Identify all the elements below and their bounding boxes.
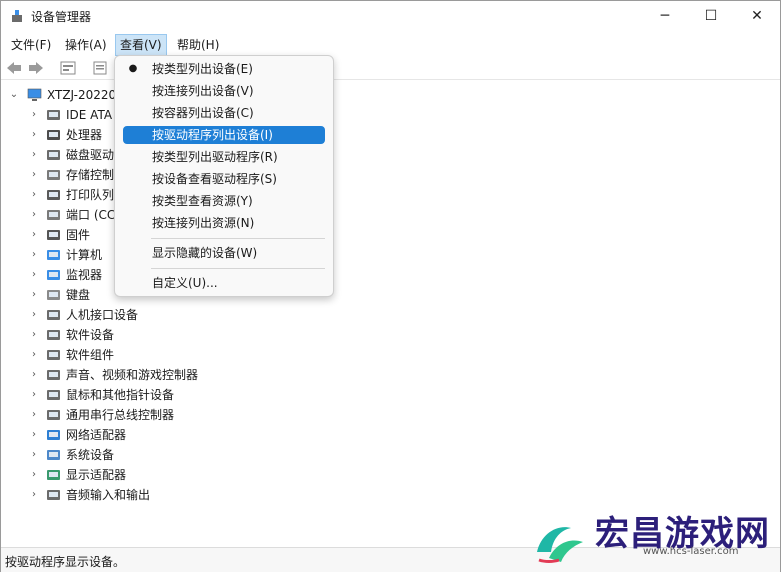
speaker-icon	[47, 370, 60, 380]
tree-item-label: 通用串行总线控制器	[66, 408, 175, 422]
chevron-right-icon[interactable]: ›	[29, 285, 39, 305]
mouse-icon	[47, 390, 60, 400]
software-device-icon	[47, 330, 60, 340]
chevron-right-icon[interactable]: ›	[29, 345, 39, 365]
maximize-button[interactable]: ☐	[688, 1, 734, 31]
display-adapter-icon	[47, 470, 60, 480]
chevron-down-icon[interactable]: ⌄	[9, 85, 19, 105]
system-icon	[47, 450, 60, 460]
view-menu-dropdown: ● 按类型列出设备(E) 按连接列出设备(V) 按容器列出设备(C) 按驱动程序…	[114, 55, 334, 297]
menu-view[interactable]: 查看(V)	[115, 34, 167, 56]
tree-item-label: 系统设备	[66, 448, 115, 462]
tree-item-label: 音频输入和输出	[66, 488, 151, 502]
tree-item-label: IDE ATA	[66, 108, 113, 122]
chevron-right-icon[interactable]: ›	[29, 145, 39, 165]
storage-icon	[47, 170, 60, 180]
menu-bar: 文件(F) 操作(A) 查看(V) 帮助(H)	[1, 33, 780, 56]
view-menu-item-by-connection[interactable]: 按连接列出设备(V)	[123, 82, 325, 100]
chevron-right-icon[interactable]: ›	[29, 105, 39, 125]
hid-icon	[47, 310, 60, 320]
chevron-right-icon[interactable]: ›	[29, 485, 39, 505]
view-menu-item-by-driver[interactable]: 按驱动程序列出设备(I)	[123, 126, 325, 144]
view-menu-item-resources-by-connection[interactable]: 按连接列出资源(N)	[123, 214, 325, 232]
view-menu-item-drivers-by-type[interactable]: 按类型列出驱动程序(R)	[123, 148, 325, 166]
close-button[interactable]: ✕	[734, 1, 780, 31]
chevron-right-icon[interactable]: ›	[29, 305, 39, 325]
watermark-url: www.hcs-laser.com	[643, 546, 739, 557]
chevron-right-icon[interactable]: ›	[29, 445, 39, 465]
view-menu-item-customize[interactable]: 自定义(U)...	[123, 274, 325, 292]
chevron-right-icon[interactable]: ›	[29, 365, 39, 385]
menu-separator	[151, 268, 325, 269]
menu-separator	[151, 238, 325, 239]
computer-icon	[47, 250, 60, 260]
chevron-right-icon[interactable]: ›	[29, 265, 39, 285]
view-menu-item-drivers-by-device[interactable]: 按设备查看驱动程序(S)	[123, 170, 325, 188]
tree-item-label: 鼠标和其他指针设备	[66, 388, 175, 402]
chevron-right-icon[interactable]: ›	[29, 245, 39, 265]
network-icon	[47, 430, 60, 440]
status-text: 按驱动程序显示设备。	[5, 555, 126, 569]
tree-root-label: XTZJ-20220	[47, 88, 117, 102]
tree-item-label: 计算机	[66, 248, 103, 262]
help-doc-icon[interactable]	[91, 60, 109, 76]
device-manager-icon	[12, 10, 22, 22]
tree-item-label: 人机接口设备	[66, 308, 139, 322]
chevron-right-icon[interactable]: ›	[29, 405, 39, 425]
tree-item-label: 声音、视频和游戏控制器	[66, 368, 199, 382]
bullet-icon: ●	[128, 63, 138, 74]
minimize-button[interactable]: ─	[642, 1, 688, 31]
menu-file[interactable]: 文件(F)	[7, 35, 55, 55]
tree-item-label: 处理器	[66, 128, 103, 142]
tree-item-label: 监视器	[66, 268, 103, 282]
tree-item-label: 存储控制	[66, 168, 115, 182]
port-icon	[47, 210, 60, 220]
properties-icon[interactable]	[59, 60, 77, 76]
disk-icon	[47, 150, 60, 160]
watermark: 宏昌游戏网 www.hcs-laser.com	[525, 498, 781, 572]
tree-item-label: 键盘	[66, 288, 91, 302]
window-title: 设备管理器	[31, 10, 92, 24]
chevron-right-icon[interactable]: ›	[29, 425, 39, 445]
tree-item-label: 打印队列	[66, 188, 115, 202]
keyboard-icon	[47, 290, 60, 300]
chevron-right-icon[interactable]: ›	[29, 325, 39, 345]
tree-item-label: 软件组件	[66, 348, 115, 362]
chevron-right-icon[interactable]: ›	[29, 465, 39, 485]
usb-icon	[47, 410, 60, 420]
printer-icon	[47, 190, 60, 200]
firmware-icon	[47, 230, 60, 240]
tree-item-label: 显示适配器	[66, 468, 127, 482]
tree-item-label: 网络适配器	[66, 428, 127, 442]
view-menu-item-by-type[interactable]: ● 按类型列出设备(E)	[123, 60, 325, 78]
view-menu-item-resources-by-type[interactable]: 按类型查看资源(Y)	[123, 192, 325, 210]
processor-icon	[47, 130, 60, 140]
chevron-right-icon[interactable]: ›	[29, 125, 39, 145]
chevron-right-icon[interactable]: ›	[29, 385, 39, 405]
computer-icon	[27, 88, 42, 101]
tree-item-label: 固件	[66, 228, 91, 242]
menu-help[interactable]: 帮助(H)	[173, 35, 223, 55]
view-menu-item-show-hidden[interactable]: 显示隐藏的设备(W)	[123, 244, 325, 262]
chevron-right-icon[interactable]: ›	[29, 185, 39, 205]
view-menu-item-by-container[interactable]: 按容器列出设备(C)	[123, 104, 325, 122]
tree-item-label: 磁盘驱动	[66, 148, 115, 162]
chevron-right-icon[interactable]: ›	[29, 165, 39, 185]
chevron-right-icon[interactable]: ›	[29, 225, 39, 245]
forward-arrow-icon[interactable]	[27, 60, 45, 76]
menu-action[interactable]: 操作(A)	[61, 35, 111, 55]
watermark-logo-icon	[537, 527, 583, 563]
back-arrow-icon[interactable]	[5, 60, 23, 76]
monitor-icon	[47, 270, 60, 280]
ide-icon	[47, 110, 60, 120]
tree-item-label: 软件设备	[66, 328, 115, 342]
software-component-icon	[47, 350, 60, 360]
title-bar: 设备管理器 ─ ☐ ✕	[1, 1, 780, 31]
tree-item-label: 端口 (CC	[66, 208, 116, 222]
chevron-right-icon[interactable]: ›	[29, 205, 39, 225]
audio-io-icon	[47, 490, 60, 500]
